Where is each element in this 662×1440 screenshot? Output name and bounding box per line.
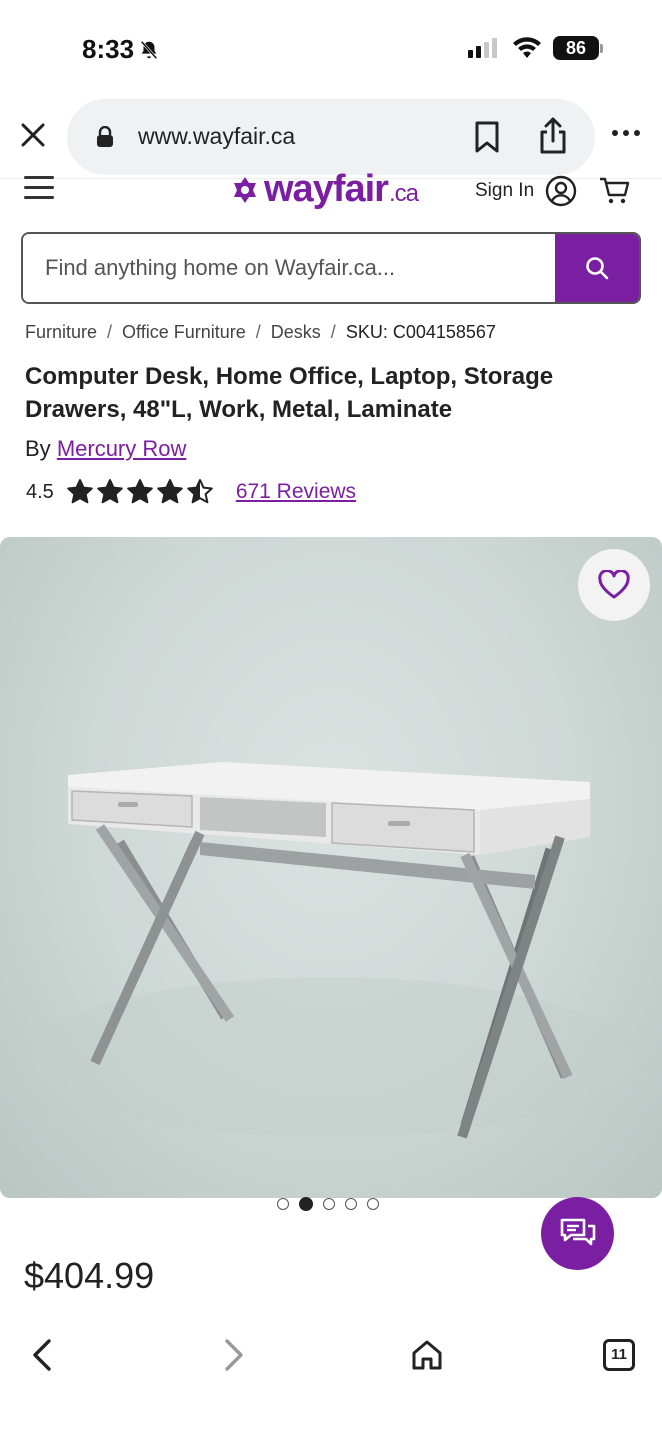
- star-full-icon: [127, 479, 153, 504]
- clock: 8:33: [82, 34, 160, 65]
- tabs-button[interactable]: 11: [603, 1339, 635, 1371]
- chat-icon: [560, 1218, 595, 1245]
- product-price: $404.99: [24, 1255, 155, 1296]
- heart-icon: [598, 570, 630, 599]
- share-icon[interactable]: [538, 116, 568, 156]
- logo-suffix: .ca: [388, 179, 419, 207]
- breadcrumb-separator: /: [107, 322, 113, 342]
- favorite-button[interactable]: [578, 549, 650, 621]
- search-bar: [21, 232, 641, 304]
- desk-illustration: [30, 762, 630, 1139]
- breadcrumb-desks[interactable]: Desks: [271, 322, 321, 343]
- bookmark-icon[interactable]: [473, 120, 501, 154]
- wayfair-logo[interactable]: wayfair .ca: [230, 168, 419, 211]
- battery-level: 86: [565, 38, 587, 58]
- search-input[interactable]: [23, 234, 555, 302]
- breadcrumb: Furniture / Office Furniture / Desks / S…: [25, 322, 496, 343]
- home-icon[interactable]: [410, 1338, 444, 1372]
- logo-text: wayfair: [264, 168, 389, 210]
- brand-link[interactable]: Mercury Row: [57, 436, 187, 461]
- sku-text: SKU: C004158567: [345, 322, 496, 342]
- carousel-dot[interactable]: [367, 1198, 379, 1210]
- by-label: By: [25, 436, 51, 461]
- sign-in-link[interactable]: Sign In: [475, 180, 534, 202]
- lock-icon: [97, 126, 113, 147]
- rating-row: 4.5 671 Reviews: [26, 478, 356, 506]
- search-button[interactable]: [555, 234, 639, 302]
- cart-icon[interactable]: [598, 174, 630, 206]
- carousel-dot[interactable]: [299, 1197, 313, 1211]
- product-image[interactable]: [0, 537, 662, 1198]
- status-bar: 8:33 86: [0, 0, 662, 96]
- menu-icon[interactable]: [24, 176, 54, 206]
- battery-icon: 86: [553, 36, 599, 60]
- brand-line: By Mercury Row: [25, 436, 186, 462]
- carousel-dot[interactable]: [277, 1198, 289, 1210]
- browser-bottom-toolbar: [0, 1316, 662, 1440]
- breadcrumb-separator: /: [255, 322, 261, 342]
- breadcrumb-office-furniture[interactable]: Office Furniture: [122, 322, 246, 343]
- chat-button[interactable]: [541, 1197, 614, 1270]
- star-rating: [66, 478, 214, 506]
- bell-muted-icon: [140, 40, 158, 59]
- cellular-signal-icon: [468, 38, 497, 58]
- breadcrumb-separator: /: [330, 322, 336, 342]
- carousel-dots: [277, 1197, 379, 1211]
- carousel-dot[interactable]: [345, 1198, 357, 1210]
- logo-mark-icon: [234, 176, 256, 203]
- star-half-icon: [187, 479, 213, 504]
- star-full-icon: [67, 479, 93, 504]
- url-text[interactable]: www.wayfair.ca: [138, 123, 295, 150]
- reviews-link[interactable]: 671 Reviews: [236, 480, 356, 504]
- wifi-icon: [513, 37, 541, 58]
- breadcrumb-furniture[interactable]: Furniture: [25, 322, 97, 343]
- star-full-icon: [157, 479, 183, 504]
- user-account-icon[interactable]: [545, 175, 577, 207]
- close-tab-icon[interactable]: [18, 120, 48, 150]
- battery-cap: [600, 44, 603, 53]
- carousel-dot[interactable]: [323, 1198, 335, 1210]
- more-options-icon[interactable]: [612, 130, 640, 136]
- star-full-icon: [97, 479, 123, 504]
- product-title: Computer Desk, Home Office, Laptop, Stor…: [25, 363, 554, 423]
- rating-value: 4.5: [26, 480, 54, 503]
- time-text: 8:33: [82, 34, 135, 64]
- search-icon: [586, 257, 609, 280]
- forward-icon[interactable]: [222, 1338, 246, 1372]
- back-icon[interactable]: [30, 1338, 54, 1372]
